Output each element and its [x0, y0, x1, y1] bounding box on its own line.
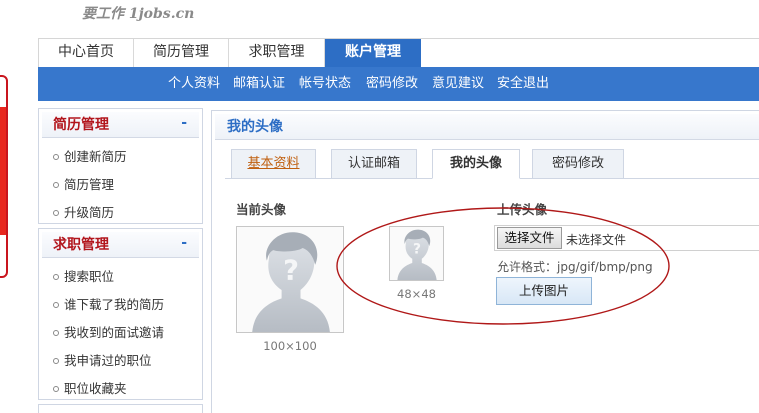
content-header: 我的头像 — [215, 114, 759, 140]
avatar-preview-small: ? — [389, 226, 444, 281]
sidebar-item-label: 谁下载了我的简历 — [64, 297, 165, 312]
choose-file-button[interactable]: 选择文件 — [497, 227, 562, 249]
sidebar-item-search-jobs[interactable]: 搜索职位 — [53, 266, 114, 285]
site-logo[interactable]: 要工作 1jobs.cn — [82, 3, 194, 23]
page-title: 我的头像 — [227, 119, 283, 135]
tab-verify-email[interactable]: 认证邮箱 — [331, 149, 417, 179]
main-nav-tabs: 中心首页 简历管理 求职管理 账户管理 — [38, 38, 759, 68]
small-avatar-size: 48×48 — [397, 287, 436, 301]
sidebar-item-label: 创建新简历 — [64, 149, 127, 164]
subnav-personal-info[interactable]: 个人资料 — [168, 67, 220, 101]
bullet-icon — [53, 329, 59, 336]
svg-text:?: ? — [283, 256, 299, 287]
user-silhouette-question-icon: ? — [390, 227, 443, 280]
avatar-preview-large: ? — [236, 226, 344, 333]
side-promo-bar — [0, 107, 6, 235]
tab-center-home[interactable]: 中心首页 — [39, 39, 134, 67]
sidebar-resume-title: 简历管理 — [53, 117, 109, 133]
bullet-icon — [53, 153, 59, 160]
sidebar-job-header: 求职管理 - — [42, 232, 199, 258]
file-status-text: 未选择文件 — [566, 233, 627, 247]
minus-icon[interactable]: - — [181, 112, 187, 134]
tab-change-password[interactable]: 密码修改 — [532, 149, 624, 179]
bullet-icon — [53, 357, 59, 364]
sidebar-item-applied-jobs[interactable]: 我申请过的职位 — [53, 350, 152, 369]
current-avatar-label: 当前头像 — [236, 202, 287, 217]
user-silhouette-question-icon: ? — [237, 227, 343, 332]
large-avatar-size: 100×100 — [263, 339, 317, 353]
sidebar-job-panel: 求职管理 - 搜索职位 谁下载了我的简历 我收到的面试邀请 我申请过的职位 职位… — [38, 228, 203, 400]
sidebar-item-upgrade-resume[interactable]: 升级简历 — [53, 202, 114, 221]
sidebar-item-label: 搜索职位 — [64, 269, 115, 284]
sidebar-resume-panel: 简历管理 - 创建新简历 简历管理 升级简历 — [38, 108, 203, 224]
sidebar-item-label: 职位收藏夹 — [64, 381, 127, 396]
sidebar-item-manage-resume[interactable]: 简历管理 — [53, 174, 114, 193]
allowed-formats-text: 允许格式：jpg/gif/bmp/png — [497, 260, 653, 274]
sidebar-item-job-favorites[interactable]: 职位收藏夹 — [53, 378, 127, 397]
subnav-email-verify[interactable]: 邮箱认证 — [233, 67, 285, 101]
subnav-logout[interactable]: 安全退出 — [497, 67, 549, 101]
upload-avatar-label: 上传头像 — [497, 202, 548, 217]
subnav-change-password[interactable]: 密码修改 — [366, 67, 418, 101]
side-promo-widget[interactable] — [0, 75, 8, 278]
sidebar-item-interview-invites[interactable]: 我收到的面试邀请 — [53, 322, 164, 341]
svg-text:?: ? — [413, 242, 421, 258]
sidebar-job-title: 求职管理 — [53, 237, 109, 253]
upload-image-button[interactable]: 上传图片 — [496, 277, 592, 305]
tab-job-management[interactable]: 求职管理 — [229, 39, 325, 67]
subnav-feedback[interactable]: 意见建议 — [432, 67, 484, 101]
tab-my-avatar[interactable]: 我的头像 — [432, 149, 520, 179]
tab-account-management[interactable]: 账户管理 — [325, 39, 421, 68]
bullet-icon — [53, 385, 59, 392]
account-avatar-page: 要工作 1jobs.cn 中心首页 简历管理 求职管理 账户管理 个人资料 邮箱… — [0, 0, 759, 413]
sidebar-item-label: 升级简历 — [64, 205, 115, 220]
bullet-icon — [53, 181, 59, 188]
sidebar-item-label: 我申请过的职位 — [64, 353, 152, 368]
bullet-icon — [53, 209, 59, 216]
sidebar-more-panel — [38, 404, 203, 413]
sidebar-resume-header: 简历管理 - — [42, 112, 199, 138]
tab-resume-management[interactable]: 简历管理 — [134, 39, 229, 67]
account-subnav: 个人资料 邮箱认证 帐号状态 密码修改 意见建议 安全退出 — [38, 67, 759, 101]
sidebar-item-resume-downloads[interactable]: 谁下载了我的简历 — [53, 294, 164, 313]
sidebar-item-label: 简历管理 — [64, 177, 115, 192]
bullet-icon — [53, 301, 59, 308]
subnav-account-status[interactable]: 帐号状态 — [299, 67, 351, 101]
sidebar-item-create-resume[interactable]: 创建新简历 — [53, 146, 127, 165]
bullet-icon — [53, 273, 59, 280]
minus-icon[interactable]: - — [181, 232, 187, 254]
tab-basic-info[interactable]: 基本资料 — [231, 149, 316, 179]
sidebar-item-label: 我收到的面试邀请 — [64, 325, 165, 340]
